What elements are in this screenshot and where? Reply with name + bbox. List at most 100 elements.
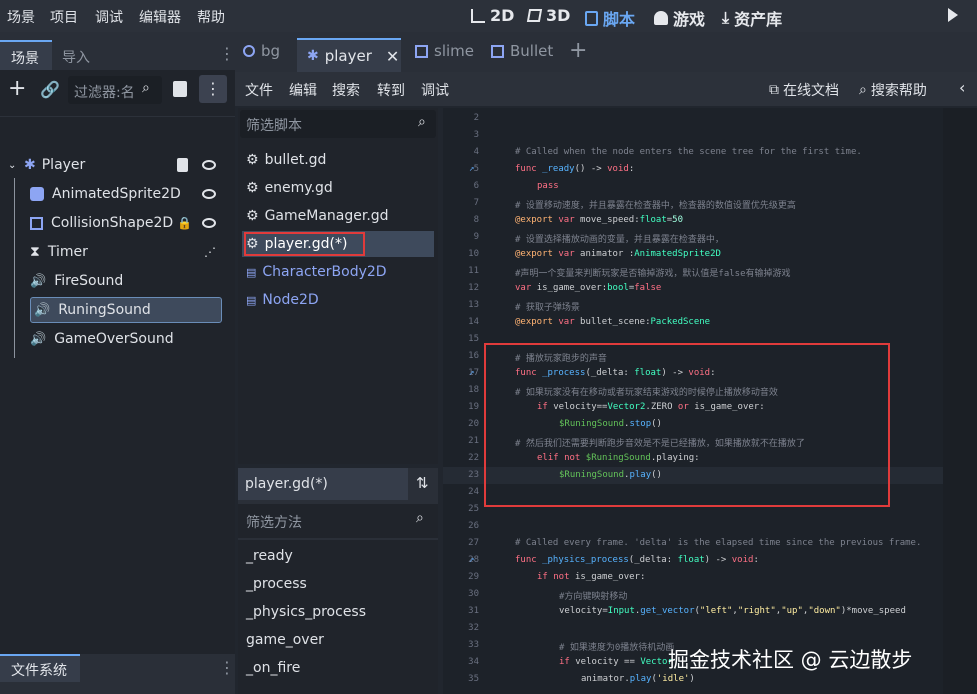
visibility-eye-icon[interactable] <box>202 189 216 199</box>
tab-scene[interactable]: 场景 <box>0 40 52 70</box>
online-docs-button[interactable]: ⧉ 在线文档 <box>769 80 839 100</box>
code-token: #声明一个变量来判断玩家是否输掉游戏，默认值是false有输掉游戏 <box>515 269 791 279</box>
script-attached-icon[interactable] <box>177 158 188 172</box>
script-menu-search[interactable]: 搜索 <box>332 80 360 100</box>
method-item[interactable]: game_over <box>246 632 324 648</box>
line-number: 24 <box>468 487 479 497</box>
gutter-space <box>479 266 515 283</box>
code-line: 9 # 设置选择播放动画的变量，并且暴露在检查器中， <box>443 232 724 249</box>
menu-help[interactable]: 帮助 <box>197 7 225 27</box>
main-tab-assetlib[interactable]: ⤓ 资产库 <box>722 6 782 30</box>
play-icon[interactable] <box>948 8 958 22</box>
code-token: is_game_over <box>694 402 760 412</box>
external-link-icon: ⧉ <box>769 82 779 98</box>
gutter-space <box>479 113 515 130</box>
script-menu-file[interactable]: 文件 <box>245 80 273 100</box>
script-tab-bar: bg ✱ player ✕ slime Bullet + <box>235 32 977 72</box>
menu-project[interactable]: 项目 <box>50 7 78 27</box>
line-number: 35 <box>468 674 479 684</box>
script-tab-player[interactable]: ✱ player ✕ <box>297 38 401 72</box>
script-menu-edit[interactable]: 编辑 <box>289 80 317 100</box>
code-token: var <box>552 215 581 225</box>
chevron-down-icon[interactable]: ⌄ <box>8 160 22 171</box>
chevron-left-icon[interactable]: ‹ <box>959 78 965 97</box>
script-item-player[interactable]: ⚙ player.gd(*) <box>242 231 434 257</box>
override-icon: ↗ <box>469 164 475 174</box>
visibility-eye-icon[interactable] <box>202 160 216 170</box>
code-token: not <box>553 572 575 582</box>
code-token: move_speed <box>580 215 635 225</box>
script-item-bullet[interactable]: ⚙ bullet.gd <box>242 147 434 173</box>
sort-icon[interactable]: ⇅ <box>416 474 429 492</box>
close-icon[interactable]: ✕ <box>386 47 399 66</box>
filter-methods-input[interactable]: 筛选方法 ⌕ <box>238 504 438 538</box>
method-item[interactable]: _on_fire <box>246 660 300 676</box>
tree-node-gameoversound[interactable]: 🔊 GameOverSound <box>30 326 222 352</box>
code-token: # 播放玩家跑步的声音 <box>515 354 607 364</box>
script-item-label: CharacterBody2D <box>262 264 387 280</box>
signal-icon[interactable]: ⋰ <box>204 245 216 259</box>
filter-scripts-input[interactable]: 筛选脚本 ⌕ <box>240 110 436 138</box>
code-token: "left" <box>699 606 733 616</box>
script-menu-debug[interactable]: 调试 <box>421 80 449 100</box>
gutter-space <box>479 436 515 453</box>
visibility-eye-icon[interactable] <box>202 218 216 228</box>
method-item[interactable]: _process <box>246 576 307 592</box>
tree-node-timer[interactable]: ⧗ Timer ⋰ <box>30 239 222 265</box>
tab-import[interactable]: 导入 <box>62 47 90 67</box>
main-tab-2d[interactable]: 2D <box>471 6 514 25</box>
main-tab-script[interactable]: 脚本 <box>585 6 635 30</box>
panel-menu-icon[interactable]: ⋮ <box>219 44 235 63</box>
more-options-icon[interactable]: ⋮ <box>199 75 227 103</box>
code-token: if <box>559 657 576 667</box>
method-item[interactable]: _physics_process <box>246 604 366 620</box>
main-tab-3d[interactable]: 3D <box>526 6 570 25</box>
tree-node-animatedsprite2d[interactable]: AnimatedSprite2D <box>30 181 222 207</box>
3d-icon <box>526 9 543 22</box>
code-line: 17 ↗ func _process(_delta: float) -> void: <box>443 368 715 385</box>
code-token: == <box>618 657 641 667</box>
script-tab-bg[interactable]: bg <box>243 42 280 60</box>
script-item-characterbody2d[interactable]: ▤ CharacterBody2D <box>242 259 434 285</box>
panel-menu-icon[interactable]: ⋮ <box>219 658 235 677</box>
code-line: 35 animator.play('idle') <box>443 674 695 691</box>
add-node-icon[interactable]: + <box>8 78 26 100</box>
attach-script-icon[interactable] <box>173 81 187 97</box>
gutter-space <box>479 657 515 674</box>
menu-scene[interactable]: 场景 <box>7 7 35 27</box>
code-line: 34 if velocity == Vector <box>443 657 673 674</box>
line-number: 3 <box>473 130 479 140</box>
code-token: play <box>629 674 652 684</box>
tree-node-collisionshape2d[interactable]: CollisionShape2D 🔒 <box>30 210 222 236</box>
code-token: # 如果速度为0播放待机动画 <box>559 643 675 653</box>
script-tab-slime[interactable]: slime <box>415 42 474 60</box>
tree-node-player[interactable]: ⌄ ✱ Player <box>8 152 222 178</box>
script-item-node2d[interactable]: ▤ Node2D <box>242 287 434 313</box>
tree-node-firesound[interactable]: 🔊 FireSound <box>30 268 222 294</box>
lock-icon[interactable]: 🔒 <box>177 216 192 230</box>
line-number: 18 <box>468 385 479 395</box>
filesystem-panel: 文件系统 ⋮ <box>0 654 235 694</box>
menu-debug[interactable]: 调试 <box>95 7 123 27</box>
code-token: ) <box>689 674 695 684</box>
add-tab-icon[interactable]: + <box>569 38 587 63</box>
method-item[interactable]: _ready <box>246 548 293 564</box>
code-token: move_speed <box>851 606 906 616</box>
gutter-space <box>479 487 515 504</box>
line-number: 32 <box>468 623 479 633</box>
characterbody-icon: ✱ <box>24 157 36 173</box>
tab-filesystem[interactable]: 文件系统 <box>0 654 80 682</box>
main-tab-game[interactable]: 游戏 <box>654 6 705 30</box>
code-line: 11 #声明一个变量来判断玩家是否输掉游戏，默认值是false有输掉游戏 <box>443 266 791 283</box>
filter-input[interactable]: 过滤器:名 ⌕ <box>68 76 162 104</box>
script-tab-bullet[interactable]: Bullet <box>491 42 553 60</box>
line-number: 8 <box>473 215 479 225</box>
script-menu-goto[interactable]: 转到 <box>377 80 405 100</box>
tree-node-runingsound[interactable]: 🔊 RuningSound <box>30 297 222 323</box>
link-icon[interactable]: 🔗 <box>40 80 60 99</box>
line-number: 22 <box>468 453 479 463</box>
script-item-enemy[interactable]: ⚙ enemy.gd <box>242 175 434 201</box>
search-help-button[interactable]: ⌕ 搜索帮助 <box>859 80 927 100</box>
script-item-gamemanager[interactable]: ⚙ GameManager.gd <box>242 203 434 229</box>
menu-editor[interactable]: 编辑器 <box>139 7 181 27</box>
